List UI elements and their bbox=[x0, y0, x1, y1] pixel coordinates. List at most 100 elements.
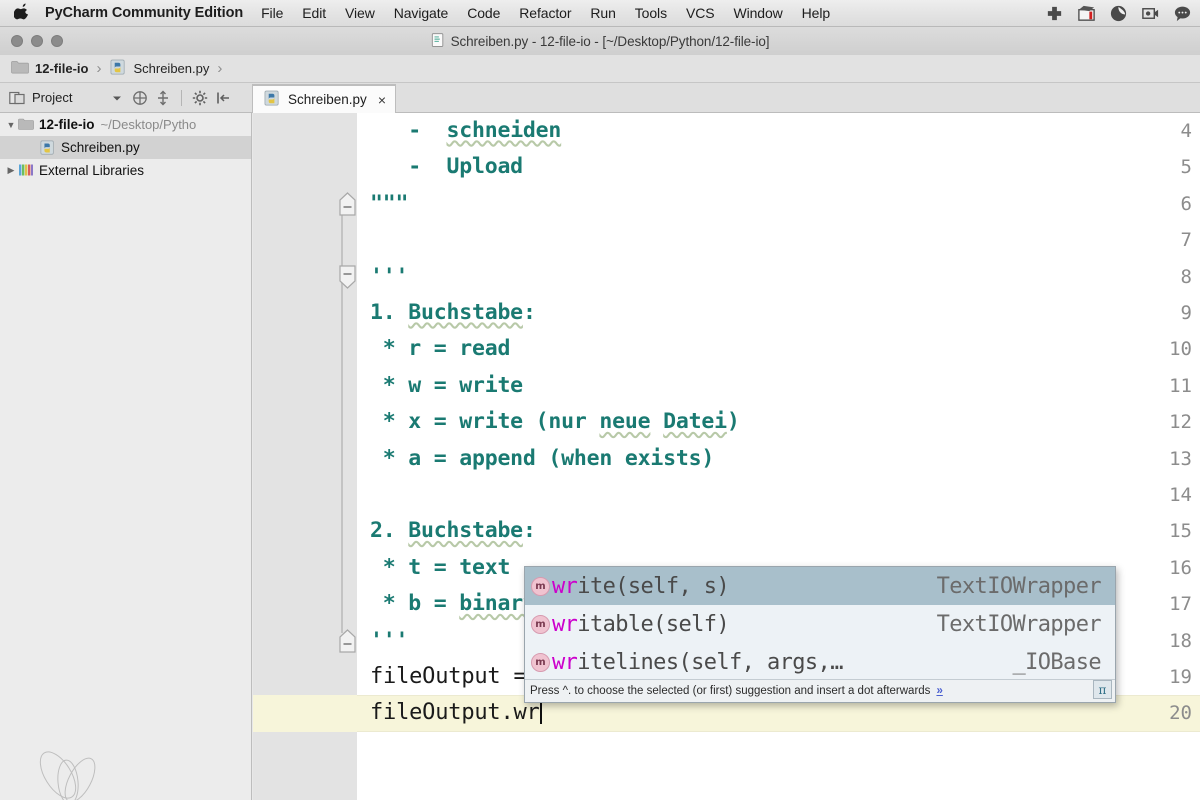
autocomplete-hint-bar: Press ^. to choose the selected (or firs… bbox=[525, 679, 1115, 702]
window-title-text: Schreiben.py - 12-file-io - [~/Desktop/P… bbox=[450, 33, 770, 49]
tree-label-schreiben-py: Schreiben.py bbox=[61, 140, 140, 155]
tree-row-external-libraries[interactable]: ▶ External Libraries bbox=[0, 159, 251, 182]
line-number: 9 bbox=[1180, 302, 1192, 324]
code-line-text: ''' bbox=[370, 263, 409, 289]
menu-item-vcs[interactable]: VCS bbox=[686, 5, 715, 21]
line-number: 6 bbox=[1180, 192, 1192, 215]
hide-panel-icon[interactable] bbox=[215, 90, 231, 106]
menu-item-tools[interactable]: Tools bbox=[635, 5, 667, 21]
menubar-status-icons bbox=[1045, 0, 1192, 27]
python-file-icon bbox=[40, 140, 56, 156]
apple-logo-icon[interactable] bbox=[13, 3, 31, 22]
editor-line: 13 * a = append (when exists) bbox=[253, 441, 1200, 477]
breadcrumb: 12-file-io › Schreiben.py › bbox=[0, 55, 1200, 83]
code-line-text: 2. Buchstabe: bbox=[370, 518, 536, 544]
pi-settings-icon[interactable]: π bbox=[1093, 680, 1112, 699]
speech-bubble-icon[interactable] bbox=[1173, 4, 1192, 23]
autocomplete-item-writable[interactable]: m writable(self) TextIOWrapper bbox=[525, 605, 1115, 643]
pycharm-window: PyCharm Community Edition File Edit View… bbox=[0, 0, 1200, 800]
autocomplete-hint-link[interactable]: » bbox=[936, 685, 942, 697]
editor-line: 12 * x = write (nur neue Datei) bbox=[253, 404, 1200, 440]
autocomplete-popup[interactable]: m write(self, s) TextIOWrapper m writabl… bbox=[524, 566, 1116, 703]
toolbar-divider bbox=[181, 89, 183, 106]
code-line-text: fileOutput.wr bbox=[370, 695, 542, 731]
tree-row-project-root[interactable]: ▼ 12-file-io ~/Desktop/Pytho bbox=[0, 113, 251, 136]
macos-menubar: PyCharm Community Edition File Edit View… bbox=[0, 0, 1200, 27]
video-camera-icon[interactable] bbox=[1141, 4, 1160, 23]
line-number: 10 bbox=[1169, 338, 1192, 361]
tab-schreiben-py[interactable]: Schreiben.py × bbox=[252, 84, 396, 113]
folder-icon bbox=[11, 60, 29, 77]
line-number: 19 bbox=[1169, 666, 1192, 688]
code-line-20-text: fileOutput.wr bbox=[370, 700, 540, 726]
project-toolbar: Project bbox=[0, 83, 252, 112]
python-file-icon bbox=[431, 32, 445, 51]
traffic-lights bbox=[11, 35, 63, 47]
autocomplete-item-type: _IOBase bbox=[1012, 649, 1101, 675]
line-number: 20 bbox=[1169, 702, 1192, 725]
project-tree-panel[interactable]: ▼ 12-file-io ~/Desktop/Pytho Schreiben.p… bbox=[0, 113, 252, 800]
code-line-text: - schneiden bbox=[370, 118, 562, 143]
menu-item-help[interactable]: Help bbox=[802, 5, 831, 21]
menu-item-view[interactable]: View bbox=[345, 5, 375, 21]
editor-line: 8 ''' bbox=[253, 259, 1200, 295]
line-number: 15 bbox=[1169, 520, 1192, 543]
autocomplete-prefix-match: wr bbox=[552, 573, 578, 599]
chevron-collapsed-icon[interactable]: ▶ bbox=[4, 165, 18, 176]
breadcrumb-file-label: Schreiben.py bbox=[133, 61, 210, 76]
autocomplete-prefix-match: wr bbox=[552, 649, 578, 675]
maximize-window-button[interactable] bbox=[51, 35, 63, 47]
editor-line: 9 1. Buchstabe: bbox=[253, 295, 1200, 331]
fold-marker-icon[interactable] bbox=[338, 264, 357, 290]
droplet-icon[interactable] bbox=[1109, 4, 1128, 23]
menu-item-window[interactable]: Window bbox=[733, 5, 782, 21]
menu-item-edit[interactable]: Edit bbox=[302, 5, 326, 21]
method-badge-icon: m bbox=[531, 652, 550, 672]
autocomplete-item-type: TextIOWrapper bbox=[936, 573, 1102, 599]
menu-item-file[interactable]: File bbox=[261, 5, 283, 21]
chevron-down-icon[interactable] bbox=[109, 90, 125, 106]
expand-all-icon[interactable] bbox=[155, 90, 171, 106]
tab-close-icon[interactable]: × bbox=[378, 93, 386, 107]
fold-marker-icon[interactable] bbox=[338, 628, 357, 654]
autocomplete-item-label: write(self, s) bbox=[552, 573, 730, 599]
tree-row-schreiben-py[interactable]: Schreiben.py bbox=[0, 136, 251, 159]
autocomplete-item-write[interactable]: m write(self, s) TextIOWrapper bbox=[525, 567, 1115, 605]
line-number: 5 bbox=[1180, 156, 1192, 179]
breadcrumb-file[interactable]: Schreiben.py bbox=[110, 59, 209, 79]
code-line-text: - Upload bbox=[370, 154, 523, 180]
code-line-text: * r = read bbox=[370, 336, 511, 362]
line-number: 4 bbox=[1180, 120, 1192, 142]
code-line-text: * t = text bbox=[370, 554, 511, 580]
editor-tabs: Schreiben.py × bbox=[252, 83, 396, 113]
autocomplete-item-rest: itelines(self, args,… bbox=[577, 649, 843, 675]
menu-item-run[interactable]: Run bbox=[590, 5, 615, 21]
menu-app-name[interactable]: PyCharm Community Edition bbox=[45, 5, 243, 21]
method-badge-icon: m bbox=[531, 576, 550, 596]
menu-item-refactor[interactable]: Refactor bbox=[519, 5, 571, 21]
code-line-text: * b = binary bbox=[370, 591, 536, 617]
settings-gear-icon[interactable] bbox=[192, 90, 208, 106]
chevron-expanded-icon[interactable]: ▼ bbox=[4, 120, 18, 130]
clapperboard-icon[interactable] bbox=[1077, 4, 1096, 23]
close-window-button[interactable] bbox=[11, 35, 23, 47]
method-badge-icon: m bbox=[531, 614, 550, 634]
tab-label: Schreiben.py bbox=[288, 92, 367, 107]
menu-item-navigate[interactable]: Navigate bbox=[394, 5, 449, 21]
autocomplete-item-writelines[interactable]: m writelines(self, args,… _IOBase bbox=[525, 643, 1115, 681]
fold-marker-icon[interactable] bbox=[338, 191, 357, 217]
code-line-text: """ bbox=[370, 190, 409, 216]
autocomplete-prefix-match: wr bbox=[552, 611, 578, 637]
autocomplete-item-label: writable(self) bbox=[552, 611, 730, 637]
collapse-all-icon[interactable] bbox=[132, 90, 148, 106]
python-file-icon bbox=[110, 59, 127, 79]
project-view-icon[interactable] bbox=[9, 90, 25, 106]
plus-cross-icon[interactable] bbox=[1045, 4, 1064, 23]
menu-item-code[interactable]: Code bbox=[467, 5, 500, 21]
breadcrumb-folder[interactable]: 12-file-io bbox=[11, 60, 88, 77]
tree-label-project-root: 12-file-io bbox=[39, 117, 95, 132]
python-file-icon bbox=[264, 90, 281, 110]
editor-line: 10 * r = read bbox=[253, 331, 1200, 367]
minimize-window-button[interactable] bbox=[31, 35, 43, 47]
breadcrumb-separator-2: › bbox=[217, 60, 223, 77]
